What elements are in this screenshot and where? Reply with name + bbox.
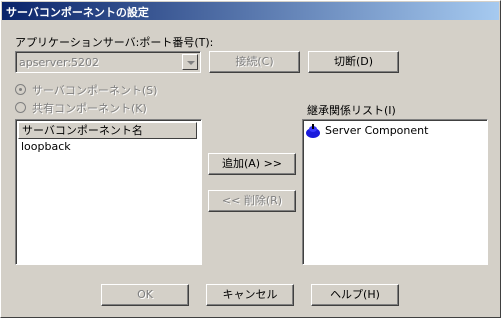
radio-server-component-label: サーバコンポーネント(S) <box>32 84 158 97</box>
server-component-list[interactable]: サーバコンポーネント名 loopback <box>15 119 202 265</box>
cancel-button[interactable]: キャンセル <box>206 284 294 306</box>
component-icon <box>305 123 321 139</box>
chevron-down-icon <box>187 61 195 65</box>
port-label: アプリケーションサーバ:ポート番号(T): <box>15 36 214 49</box>
connect-button[interactable]: 接続(C) <box>209 51 300 73</box>
list-column-header[interactable]: サーバコンポーネント名 <box>18 122 197 139</box>
inheritance-list[interactable]: Server Component <box>302 119 488 265</box>
remove-button[interactable]: << 削除(R) <box>208 190 296 212</box>
port-value: apserver:5202 <box>19 56 100 69</box>
dialog-window: サーバコンポーネントの設定 アプリケーションサーバ:ポート番号(T): apse… <box>0 0 501 318</box>
disconnect-button[interactable]: 切断(D) <box>308 51 399 73</box>
radio-shared-component[interactable] <box>15 102 26 113</box>
combo-dropdown-button[interactable] <box>182 54 198 70</box>
add-button[interactable]: 追加(A) >> <box>208 153 296 175</box>
inheritance-list-label: 継承関係リスト(I) <box>307 104 396 117</box>
radio-server-component[interactable] <box>15 84 26 95</box>
title-bar[interactable]: サーバコンポーネントの設定 <box>2 2 499 20</box>
help-button[interactable]: ヘルプ(H) <box>311 284 399 306</box>
window-title: サーバコンポーネントの設定 <box>6 6 149 19</box>
radio-shared-component-label: 共有コンポーネント(K) <box>32 102 147 115</box>
port-combobox[interactable]: apserver:5202 <box>15 51 201 73</box>
ok-button[interactable]: OK <box>101 284 189 306</box>
list-item[interactable]: Server Component <box>325 124 428 137</box>
list-item[interactable]: loopback <box>21 140 71 153</box>
